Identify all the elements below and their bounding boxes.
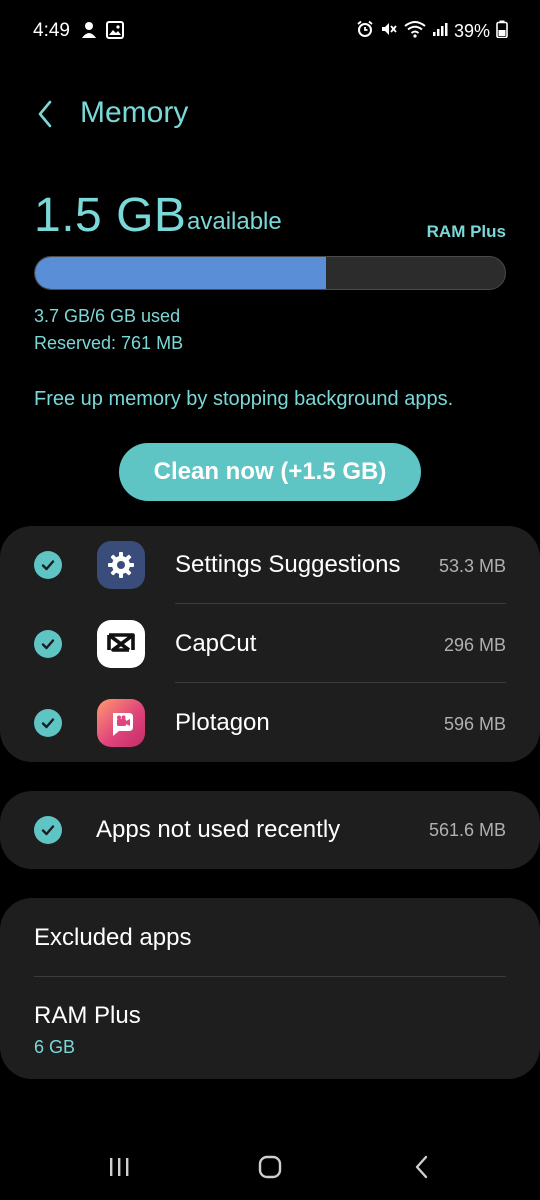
status-bar: 4:49 39% xyxy=(0,0,540,62)
capcut-icon xyxy=(97,620,145,668)
page-title: Memory xyxy=(80,96,189,129)
hint-text: Free up memory by stopping background ap… xyxy=(34,388,454,410)
recent-size: 561.6 MB xyxy=(428,820,506,840)
checkmark-icon xyxy=(41,825,55,836)
recents-button[interactable] xyxy=(99,1150,139,1184)
app-checkbox[interactable] xyxy=(34,709,62,737)
settings-card: Excluded apps RAM Plus 6 GB xyxy=(0,898,540,1079)
ram-plus-item[interactable]: RAM Plus xyxy=(34,1002,141,1030)
apps-card: Settings Suggestions 53.3 MB CapCut 296 … xyxy=(0,526,540,762)
used-text: 3.7 GB/6 GB used xyxy=(34,306,181,326)
app-row-settings-suggestions[interactable]: Settings Suggestions 53.3 MB xyxy=(0,526,540,605)
checkmark-icon xyxy=(41,639,55,650)
settings-gear-icon xyxy=(97,541,145,589)
available-value: 1.5 GB xyxy=(34,189,187,242)
mute-icon xyxy=(380,20,398,43)
app-checkbox[interactable] xyxy=(34,551,62,579)
home-icon xyxy=(258,1155,282,1179)
divider xyxy=(175,603,506,604)
status-time: 4:49 xyxy=(33,20,70,41)
chevron-left-icon xyxy=(38,100,52,128)
navigation-bar xyxy=(0,1130,540,1200)
plotagon-icon xyxy=(97,699,145,747)
recents-icon xyxy=(110,1158,129,1176)
app-name: Settings Suggestions xyxy=(175,551,401,578)
excluded-apps-item[interactable]: Excluded apps xyxy=(34,924,191,952)
battery-text: 39% xyxy=(453,21,490,41)
clean-now-button[interactable]: Clean now (+1.5 GB) xyxy=(119,443,421,501)
signal-icon xyxy=(432,21,448,42)
gallery-icon xyxy=(106,21,124,44)
back-button[interactable] xyxy=(30,94,60,134)
divider xyxy=(34,976,506,977)
divider xyxy=(175,682,506,683)
app-size: 296 MB xyxy=(443,635,506,655)
header: Memory xyxy=(0,92,540,136)
apps-not-used-recently-card[interactable]: Apps not used recently 561.6 MB xyxy=(0,791,540,869)
checkmark-icon xyxy=(41,718,55,729)
app-checkbox[interactable] xyxy=(34,630,62,658)
recent-checkbox[interactable] xyxy=(34,816,62,844)
app-row-capcut[interactable]: CapCut 296 MB xyxy=(0,605,540,684)
memory-usage-bar xyxy=(34,256,506,290)
reserved-text: Reserved: 761 MB xyxy=(34,333,184,353)
back-icon xyxy=(415,1155,428,1179)
status-right: 39% xyxy=(356,20,508,43)
notification-icon xyxy=(80,20,98,45)
app-name: CapCut xyxy=(175,630,257,657)
ram-plus-value: 6 GB xyxy=(34,1037,76,1057)
ram-plus-link[interactable]: RAM Plus xyxy=(427,222,506,242)
wifi-icon xyxy=(404,20,426,43)
recent-label: Apps not used recently xyxy=(96,816,341,843)
app-size: 596 MB xyxy=(443,714,506,734)
app-size: 53.3 MB xyxy=(438,556,506,576)
app-name: Plotagon xyxy=(175,709,270,736)
status-left-icons xyxy=(80,20,124,45)
available-memory: 1.5 GB available RAM Plus xyxy=(34,188,506,248)
alarm-icon xyxy=(356,20,374,43)
home-button[interactable] xyxy=(250,1150,290,1184)
checkmark-icon xyxy=(41,560,55,571)
app-row-plotagon[interactable]: Plotagon 596 MB xyxy=(0,684,540,763)
back-nav-button[interactable] xyxy=(402,1150,442,1184)
battery-icon xyxy=(496,20,508,43)
available-label: available xyxy=(187,208,282,235)
memory-usage-fill xyxy=(35,257,327,289)
